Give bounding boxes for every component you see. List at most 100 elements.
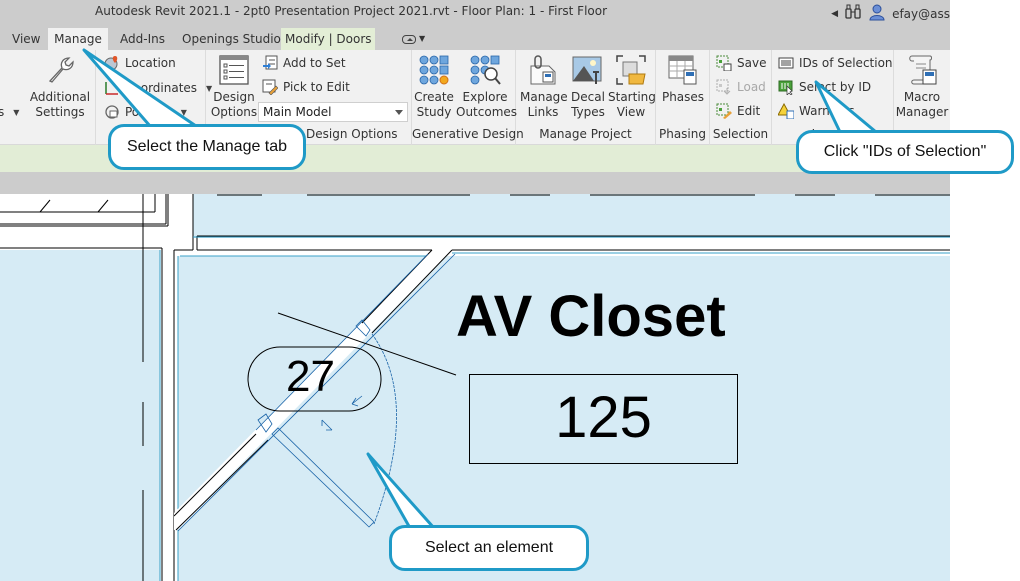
user-name[interactable]: efay@ass xyxy=(892,7,950,21)
add-to-set-icon xyxy=(262,55,278,71)
decal-types-label-2: Types xyxy=(571,105,605,119)
globe-pin-icon xyxy=(104,55,120,71)
create-study-label-2: Study xyxy=(416,105,452,119)
binoculars-icon[interactable] xyxy=(844,4,862,23)
panel-label-generative-design: Generative Design xyxy=(412,127,524,141)
create-study-label-1: Create xyxy=(414,90,454,104)
edit-selection-icon xyxy=(716,103,732,119)
starting-view-label-1: Starting xyxy=(608,90,656,104)
ribbon-display-toggle[interactable]: ▼ xyxy=(398,28,429,50)
load-selection-icon xyxy=(716,79,732,95)
phases-label: Phases xyxy=(661,90,705,104)
create-study-icon xyxy=(418,54,450,86)
panel-generative-design: Create Study Explore Outcomes Generative… xyxy=(412,50,524,145)
select-by-id-label: Select by ID xyxy=(799,80,872,94)
door-tag[interactable]: 27 xyxy=(286,352,335,402)
load-selection-button[interactable]: Load xyxy=(716,77,766,97)
macro-manager-label-1: Macro xyxy=(903,90,941,104)
location-button[interactable]: Location xyxy=(104,53,176,73)
starting-view-button[interactable]: Starting View xyxy=(608,54,656,120)
design-options-icon xyxy=(218,54,250,86)
manage-links-icon xyxy=(527,54,559,86)
select-by-id-icon xyxy=(778,79,794,96)
wrench-icon xyxy=(44,54,76,86)
tab-add-ins[interactable]: Add-Ins xyxy=(116,28,169,50)
panel-settings: s ▼ Additional Settings xyxy=(0,50,96,145)
decal-types-icon xyxy=(572,54,604,86)
ribbon-minimize-icon xyxy=(402,34,416,44)
panel-label-manage-project: Manage Project xyxy=(539,127,632,141)
pick-to-edit-label: Pick to Edit xyxy=(283,80,350,94)
add-to-set-button[interactable]: Add to Set xyxy=(262,53,346,73)
chevron-down-icon: ▼ xyxy=(13,107,20,117)
user-icon[interactable] xyxy=(868,3,886,24)
collapse-arrow-icon[interactable]: ◀ xyxy=(831,9,838,19)
phases-icon xyxy=(667,54,699,86)
design-option-select-value: Main Model xyxy=(263,105,332,119)
design-options-button[interactable]: Design Options xyxy=(210,54,258,120)
position-button[interactable]: Position ▼ xyxy=(104,102,187,122)
save-selection-button[interactable]: Save xyxy=(716,53,766,73)
panel-selection: Save Load Edit Selection xyxy=(710,50,772,145)
ids-of-selection-button[interactable]: IDs of Selection xyxy=(778,53,893,73)
callout-click-ids-of-selection: Click "IDs of Selection" xyxy=(796,130,1014,174)
additional-settings-label-2: Settings xyxy=(35,105,85,119)
chevron-down-icon: ▼ xyxy=(419,34,426,43)
title-bar-tools: ◀ efay@ass xyxy=(831,3,950,24)
manage-links-label-2: Links xyxy=(527,105,559,119)
edit-selection-label: Edit xyxy=(737,104,761,118)
coordinates-button[interactable]: Coordinates ▼ xyxy=(104,78,212,98)
create-study-button[interactable]: Create Study xyxy=(414,54,454,120)
panel-label-phasing: Phasing xyxy=(658,127,706,141)
starting-view-icon xyxy=(615,54,647,86)
coordinates-label: Coordinates xyxy=(125,81,198,95)
design-option-select[interactable]: Main Model xyxy=(258,102,408,122)
room-name-label[interactable]: AV Closet xyxy=(456,283,726,350)
warnings-button[interactable]: Warnings xyxy=(777,101,855,121)
tab-openings-studio[interactable]: Openings Studio xyxy=(178,28,285,50)
warnings-label: Warnings xyxy=(799,104,855,118)
pick-to-edit-button[interactable]: Pick to Edit xyxy=(262,77,350,97)
position-icon xyxy=(104,104,120,120)
callout-select-element: Select an element xyxy=(389,525,589,571)
decal-types-button[interactable]: Decal Types xyxy=(570,54,606,120)
macro-manager-label-2: Manager xyxy=(895,105,949,119)
room-fill-top xyxy=(193,194,950,238)
explore-outcomes-label-1: Explore xyxy=(462,90,508,104)
explore-outcomes-icon xyxy=(469,54,501,86)
macro-manager-button[interactable]: Macro Manager xyxy=(894,54,950,120)
position-label: Position xyxy=(125,105,172,119)
settings-dropdown[interactable]: s ▼ xyxy=(0,102,19,122)
phases-button[interactable]: Phases xyxy=(660,54,706,105)
chevron-down-icon: ▼ xyxy=(180,107,187,117)
decal-types-label-1: Decal xyxy=(571,90,605,104)
save-selection-label: Save xyxy=(737,56,767,70)
design-options-label-2: Options xyxy=(210,105,258,119)
explore-outcomes-label-2: Outcomes xyxy=(456,105,518,119)
design-options-label-1: Design xyxy=(213,90,255,104)
manage-links-label-1: Manage xyxy=(520,90,568,104)
panel-phasing: Phases Phasing xyxy=(656,50,710,145)
select-by-id-button[interactable]: Select by ID xyxy=(778,77,871,97)
save-selection-icon xyxy=(716,55,732,72)
additional-settings-button[interactable]: Additional Settings xyxy=(28,54,92,120)
explore-outcomes-button[interactable]: Explore Outcomes xyxy=(456,54,518,120)
macro-scroll-icon xyxy=(906,54,938,86)
room-number-tag[interactable]: 125 xyxy=(469,374,738,464)
load-selection-label: Load xyxy=(737,80,766,94)
additional-settings-label-1: Additional xyxy=(29,90,91,104)
title-bar: Autodesk Revit 2021.1 - 2pt0 Presentatio… xyxy=(0,0,950,27)
tab-view[interactable]: View xyxy=(8,28,44,50)
starting-view-label-2: View xyxy=(616,105,646,119)
chevron-down-icon xyxy=(395,110,403,115)
tab-manage[interactable]: Manage xyxy=(48,28,108,50)
settings-dropdown-label: s xyxy=(0,105,5,119)
manage-links-button[interactable]: Manage Links xyxy=(520,54,568,120)
pick-to-edit-icon xyxy=(262,79,279,96)
panel-label-design-options: Design Options xyxy=(306,127,398,141)
tab-modify-doors[interactable]: Modify | Doors xyxy=(281,28,375,50)
revit-window: Autodesk Revit 2021.1 - 2pt0 Presentatio… xyxy=(0,0,950,581)
edit-selection-button[interactable]: Edit xyxy=(716,101,760,121)
panel-label-selection: Selection xyxy=(712,127,769,141)
room-fill-left xyxy=(0,250,160,581)
